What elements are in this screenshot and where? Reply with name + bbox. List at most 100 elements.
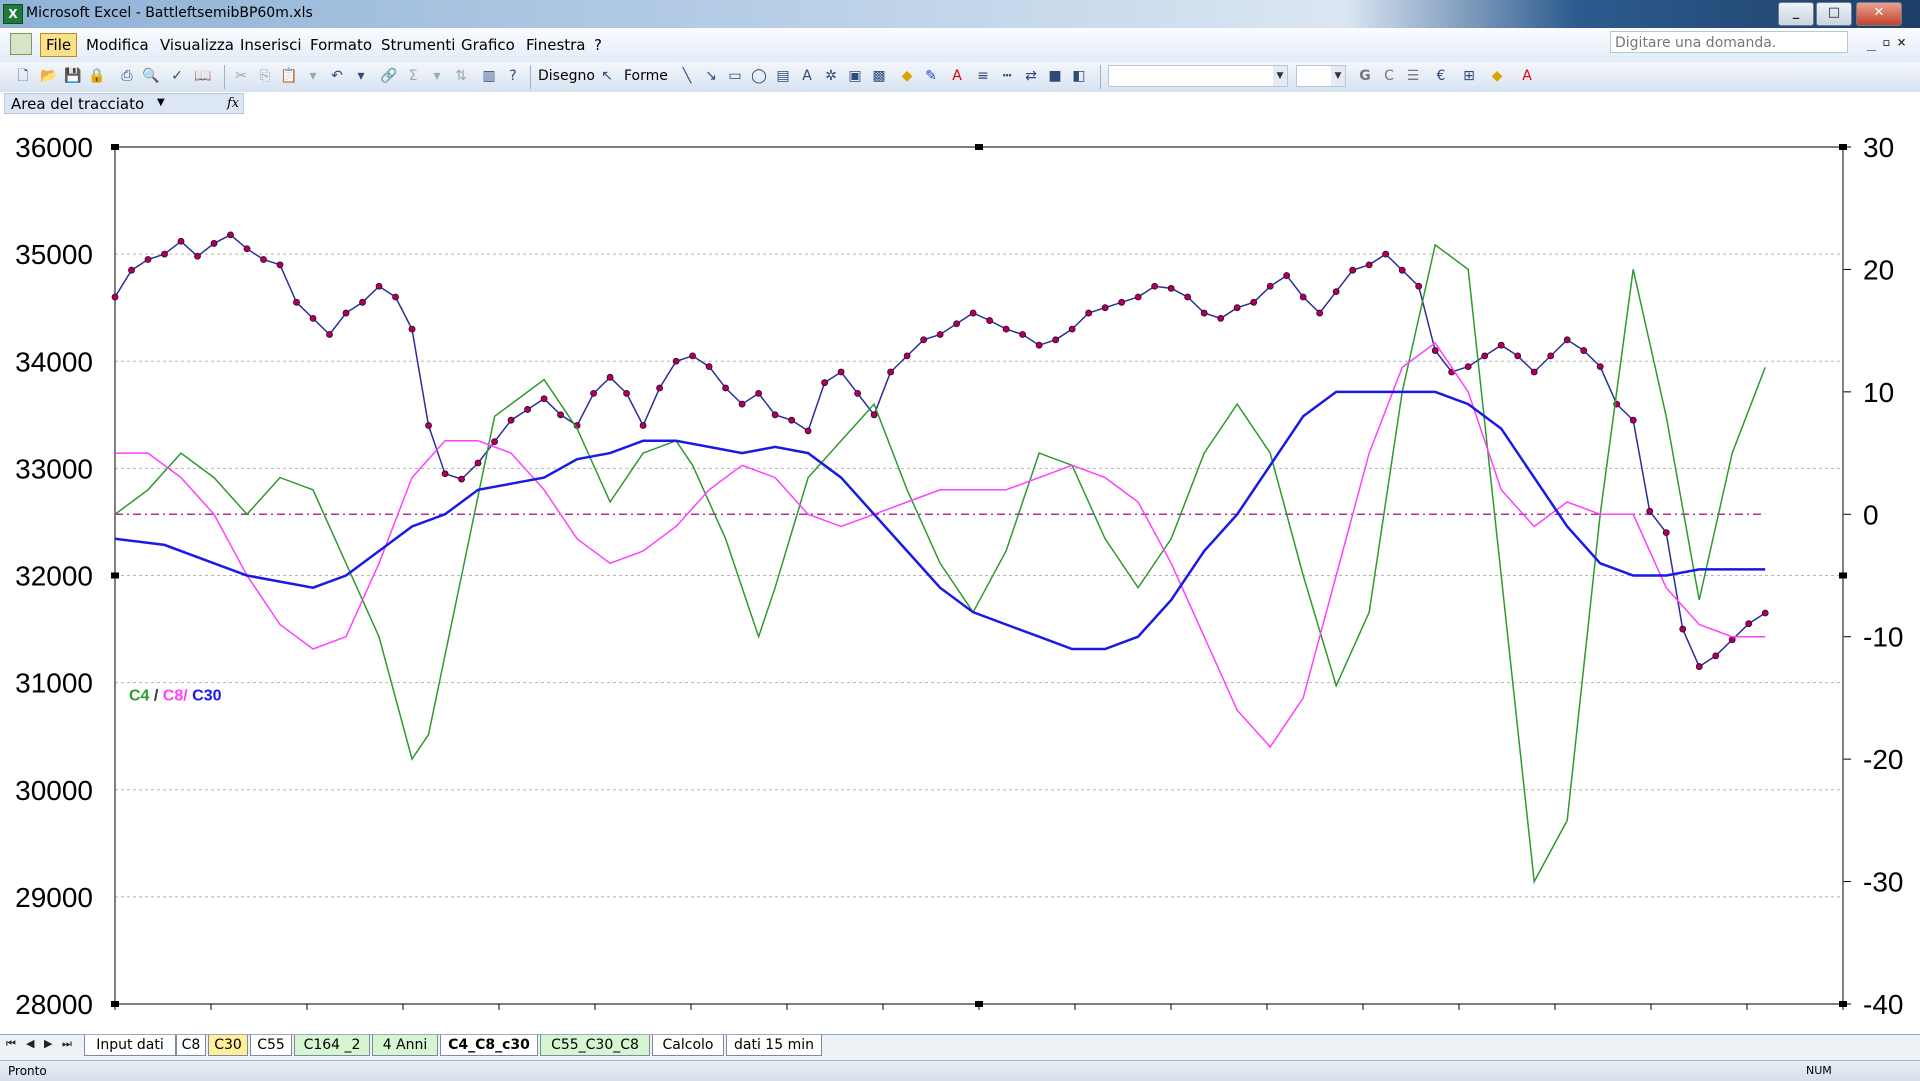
save-icon[interactable]: 💾 — [64, 67, 82, 85]
sheet-tab-4-anni[interactable]: 4 Anni — [372, 1035, 438, 1056]
borders-icon[interactable]: ⊞ — [1460, 67, 1478, 85]
autosum-icon[interactable]: Σ — [404, 67, 422, 85]
chart-wizard-icon[interactable]: ▥ — [480, 67, 498, 85]
price-marker — [1184, 293, 1192, 301]
3d-icon[interactable]: ◧ — [1070, 67, 1088, 85]
shadow-icon[interactable]: ■ — [1046, 67, 1064, 85]
undo-icon[interactable]: ↶ — [328, 67, 346, 85]
chart[interactable]: 28000 29000 30000 31000 32000 33000 34000 35000… — [0, 116, 1920, 1034]
y-right-tick-label: 20 — [1863, 254, 1894, 285]
chevron-down-icon[interactable]: ▼ — [1331, 66, 1345, 86]
price-marker — [1283, 272, 1291, 279]
spelling-icon[interactable]: ✓ — [168, 67, 186, 85]
copy-icon[interactable]: ⎘ — [256, 67, 274, 85]
line-color-icon[interactable]: ✎ — [922, 67, 940, 85]
sheet-tab-c55-c30-c8[interactable]: C55_C30_C8 — [540, 1035, 650, 1056]
shapes-menu[interactable]: Forme — [624, 68, 668, 84]
function-icon[interactable]: fx — [227, 96, 239, 111]
menu-visualizza[interactable]: Visualizza — [160, 36, 234, 54]
permission-icon[interactable]: 🔒 — [88, 67, 106, 85]
sort-icon[interactable]: ⇅ — [452, 67, 470, 85]
document-window-controls[interactable]: _▫× — [1867, 33, 1912, 51]
menu-grafico[interactable]: Grafico — [461, 36, 515, 54]
chart-area[interactable]: 28000 29000 30000 31000 32000 33000 34000 35000… — [0, 116, 1920, 1034]
autosum-dropdown-icon[interactable]: ▾ — [428, 67, 446, 85]
price-marker — [870, 411, 878, 419]
draw-menu[interactable]: Disegno — [538, 68, 595, 84]
font-name-select[interactable]: ▼ — [1108, 65, 1288, 87]
price-marker — [474, 459, 482, 467]
wordart-icon[interactable]: A — [798, 67, 816, 85]
price-marker — [1250, 298, 1258, 306]
textbox-icon[interactable]: ▤ — [774, 67, 792, 85]
chevron-down-icon[interactable]: ▼ — [157, 97, 165, 108]
price-marker — [1299, 293, 1307, 301]
legend-c4: C4 — [129, 688, 150, 705]
y-left-tick-label: 36000 — [15, 132, 93, 163]
menu-finestra[interactable]: Finestra — [526, 36, 586, 54]
fill-color-2-icon[interactable]: ◆ — [1488, 67, 1506, 85]
menu-modifica[interactable]: Modifica — [86, 36, 149, 54]
font-color-2-icon[interactable]: A — [1518, 67, 1536, 85]
hyperlink-icon[interactable]: 🔗 — [380, 67, 398, 85]
paste-icon[interactable]: 📋 — [280, 67, 298, 85]
name-box[interactable]: Area del tracciato ▼ fx — [4, 93, 244, 114]
maximize-button[interactable]: □ — [1816, 2, 1852, 26]
sheet-tab-input-dati[interactable]: Input dati — [84, 1035, 176, 1056]
arrow-style-icon[interactable]: ⇄ — [1022, 67, 1040, 85]
sheet-tab-dati-15-min[interactable]: dati 15 min — [726, 1035, 822, 1056]
prev-sheet-icon[interactable]: ◀ — [26, 1037, 34, 1050]
minimize-button[interactable]: _ — [1778, 2, 1814, 26]
price-marker — [161, 250, 168, 258]
print-preview-icon[interactable]: 🔍 — [142, 67, 160, 85]
formula-bar — [0, 92, 1920, 117]
sheet-tab-c164-2[interactable]: C164 _2 — [294, 1035, 370, 1056]
print-icon[interactable]: ⎙ — [118, 67, 136, 85]
picture-icon[interactable]: ▩ — [870, 67, 888, 85]
paste-dropdown-icon[interactable]: ▾ — [304, 67, 322, 85]
sheet-tab-c30[interactable]: C30 — [208, 1035, 248, 1056]
menu-help[interactable]: ? — [594, 36, 602, 54]
help-icon[interactable]: ? — [504, 67, 522, 85]
bold-icon[interactable]: G — [1356, 67, 1374, 85]
rectangle-icon[interactable]: ▭ — [726, 67, 744, 85]
euro-icon[interactable]: € — [1432, 67, 1450, 85]
excel-doc-icon[interactable] — [10, 33, 32, 55]
menu-strumenti[interactable]: Strumenti — [381, 36, 455, 54]
clipart-icon[interactable]: ▣ — [846, 67, 864, 85]
open-icon[interactable]: 📂 — [40, 67, 58, 85]
price-marker — [441, 470, 449, 478]
y-right-tick-label: 30 — [1863, 132, 1894, 163]
next-sheet-icon[interactable]: ▶ — [44, 1037, 52, 1050]
select-objects-icon[interactable]: ↖ — [598, 67, 616, 85]
new-icon[interactable]: 🗋 — [14, 67, 32, 85]
menu-formato[interactable]: Formato — [310, 36, 372, 54]
sheet-tab-calcolo[interactable]: Calcolo — [652, 1035, 724, 1056]
line-icon[interactable]: ╲ — [678, 67, 696, 85]
undo-dropdown-icon[interactable]: ▾ — [352, 67, 370, 85]
font-color-icon[interactable]: A — [948, 67, 966, 85]
diagram-icon[interactable]: ✲ — [822, 67, 840, 85]
italic-icon[interactable]: C — [1380, 67, 1398, 85]
line-style-icon[interactable]: ≡ — [974, 67, 992, 85]
excel-icon[interactable]: X — [3, 4, 23, 24]
oval-icon[interactable]: ◯ — [750, 67, 768, 85]
price-marker — [309, 314, 317, 322]
first-sheet-icon[interactable]: ⏮ — [6, 1037, 16, 1051]
last-sheet-icon[interactable]: ⏭ — [62, 1037, 72, 1051]
sheet-tab-c4-c8-c30[interactable]: C4_C8_c30 — [440, 1035, 538, 1056]
arrow-icon[interactable]: ↘ — [702, 67, 720, 85]
align-icon[interactable]: ☰ — [1404, 67, 1422, 85]
fill-color-icon[interactable]: ◆ — [898, 67, 916, 85]
font-size-select[interactable]: ▼ — [1296, 65, 1346, 87]
help-search-input[interactable]: Digitare una domanda. — [1610, 31, 1848, 53]
dash-style-icon[interactable]: ┅ — [998, 67, 1016, 85]
chevron-down-icon[interactable]: ▼ — [1273, 66, 1287, 86]
research-icon[interactable]: 📖 — [194, 67, 212, 85]
close-button[interactable]: ✕ — [1856, 2, 1902, 26]
menu-file[interactable]: File — [40, 33, 78, 57]
sheet-tab-c8[interactable]: C8 — [176, 1035, 206, 1056]
menu-inserisci[interactable]: Inserisci — [240, 36, 302, 54]
sheet-tab-c55[interactable]: C55 — [250, 1035, 292, 1056]
cut-icon[interactable]: ✂ — [232, 67, 250, 85]
